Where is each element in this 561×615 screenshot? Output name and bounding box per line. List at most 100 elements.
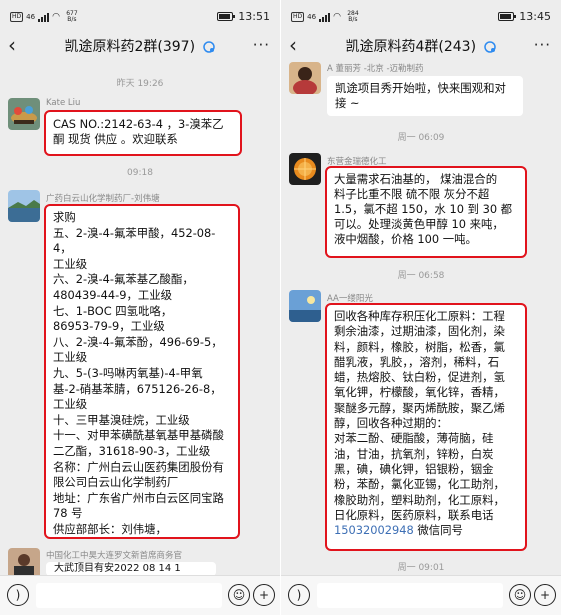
battery-icon <box>217 12 236 21</box>
input-bar: ) ☺ + <box>281 575 561 615</box>
message-line: 78 号 <box>53 506 83 521</box>
message-line: 六、2-溴-4-氟苯基乙酸酯， <box>53 272 194 287</box>
message-line: 橡胶助剂，塑料助剂，化工原料， <box>334 492 505 507</box>
sender-name: AA一缕阳光 <box>327 294 373 304</box>
plus-icon[interactable]: + <box>253 584 275 606</box>
network-label: 46 <box>307 13 317 21</box>
status-time: 13:51 <box>238 10 270 23</box>
message-bubble[interactable]: 回收各种库存积压化工原料：工程 剩余油漆，过期油漆，固化剂，染 料，颜料，橡胶，… <box>325 303 527 551</box>
message-line: 十一、对甲苯磺酰基氧基甲基磷酸 <box>53 428 224 443</box>
more-button[interactable]: ··· <box>253 36 270 54</box>
sender-name: 东营金瑞德化工 <box>327 157 387 167</box>
message-bubble[interactable]: 大武顶目有安2022 08 14 1 <box>46 562 216 576</box>
message-line: 480439-44-9，工业级 <box>53 287 173 302</box>
message-bubble[interactable]: 凯途项目秀开始啦，快来围观和对 接 ~ <box>327 76 523 116</box>
message-line: 地址：广东省广州市白云区同宝路 <box>53 490 224 505</box>
more-button[interactable]: ··· <box>534 36 551 54</box>
emoji-icon[interactable]: ☺ <box>509 584 531 606</box>
message-line: 供应部部长：刘伟塘， <box>53 521 167 536</box>
message-line: 料子比重不限 硫不限 灰分不超 <box>334 187 490 201</box>
emoji-icon[interactable]: ☺ <box>228 584 250 606</box>
avatar[interactable] <box>8 98 40 130</box>
message-line: 工业级 <box>53 256 88 271</box>
message-line: 醇，回收各种过期的： <box>334 416 448 431</box>
message-input[interactable] <box>317 583 503 608</box>
message-line: CAS NO.:2142-63-4 ，3-溴苯乙 <box>53 117 224 131</box>
voice-icon[interactable]: ) <box>288 584 310 606</box>
avatar[interactable] <box>289 153 321 185</box>
message-line: 1.5，氯不超 150，水 10 到 30 都 <box>334 202 513 216</box>
message-line: 九、5-(3-吗啉丙氧基)-4-甲氧 <box>53 365 203 380</box>
message-preview: 大武顶目有安2022 08 14 1 <box>54 563 181 574</box>
chat-title: 凯途原料药4群(243) <box>345 39 477 55</box>
voice-icon[interactable]: ) <box>7 584 29 606</box>
message-line: 工业级 <box>53 350 88 365</box>
message-line: 粉，苯酚，氯化亚锡，化工助剂， <box>334 477 505 492</box>
message-line: 油，甘油，抗氧剂，锌粉，白炭 <box>334 446 494 461</box>
network-speed: 284 B/s <box>347 10 359 23</box>
network-speed: 677 B/s <box>66 10 78 23</box>
message-line: 五、2-溴-4-氟苯甲酸，452-08-4， <box>53 225 216 256</box>
chat-title: 凯途原料药2群(397) <box>64 39 196 55</box>
message-line: 二乙酯，31618-90-3，工业级 <box>53 443 211 458</box>
wifi-icon: ◠ <box>52 12 60 22</box>
sender-name: 广药白云山化学制药厂-刘伟塘 <box>46 194 160 204</box>
message-line: 名称：广州白云山医药集团股份有 <box>53 459 224 474</box>
message-line: 八、2-溴-4-氟苯酚，496-69-5， <box>53 334 223 349</box>
message-line: 大量需求石油基的， 煤油混合的 <box>334 172 498 186</box>
message-line: 七、1-BOC 四氢吡咯， <box>53 303 173 318</box>
battery-icon <box>498 12 517 21</box>
signal-icon <box>319 12 331 22</box>
timestamp: 周一 06:09 <box>397 133 445 143</box>
hd-badge: HD <box>291 12 305 22</box>
message-line: 醋乳液，乳胶，，溶剂，稀料，石 <box>334 354 500 369</box>
message-line: 回收各种库存积压化工原料：工程 <box>334 309 505 323</box>
chat-window-left: HD 46 ◠ 677 B/s 13:51 ‹ 凯途原料药2群(397) ···… <box>0 0 280 615</box>
message-line: 求购 <box>53 210 76 224</box>
wifi-icon: ◠ <box>333 12 341 22</box>
sender-name: A 董丽芳 -北京 -迈勒制药 <box>327 64 424 74</box>
status-bar: HD 46 ◠ 677 B/s 13:51 <box>0 0 280 32</box>
signal-icon <box>38 12 50 22</box>
phone-suffix: 微信同号 <box>413 523 463 538</box>
message-line: 限公司白云山化学制药厂 <box>53 475 179 490</box>
chat-header: ‹ 凯途原料药2群(397) ··· <box>0 32 280 60</box>
timestamp: 周一 09:01 <box>397 563 445 573</box>
message-line: 基-2-硝基苯腈，675126-26-8， <box>53 381 222 396</box>
message-line: 86953-79-9，工业级 <box>53 319 165 334</box>
status-bar: HD 46 ◠ 284 B/s 13:45 <box>281 0 561 32</box>
status-time: 13:45 <box>519 10 551 23</box>
message-line: 剩余油漆，过期油漆，固化剂，染 <box>334 324 505 339</box>
message-line: 对苯二酚、硬脂酸，薄荷脑，硅 <box>334 431 494 446</box>
message-line: 酮 现货 供应 。欢迎联系 <box>53 132 178 146</box>
message-line: 凯途项目秀开始啦，快来围观和对 <box>335 81 506 95</box>
message-line: 料，颜料，橡胶，树脂，松香，氯 <box>334 339 505 354</box>
message-line: 黑，碘，碘化钾，铝银粉，铟金 <box>334 461 494 476</box>
message-line: 15032002948 微信同号 <box>334 523 518 538</box>
message-line: 氧化钾，柠檬酸，氧化锌，香精， <box>334 385 505 400</box>
message-line: 十、三甲基溴硅烷，工业级 <box>53 412 190 427</box>
avatar[interactable] <box>8 190 40 222</box>
message-line: 可以。处理淡黄色甲醇 10 来吨， <box>334 217 504 231</box>
message-line: 聚醚多元醇，聚丙烯酰胺，聚乙烯 <box>334 400 505 415</box>
message-line: 蜡，热熔胶、钛白粉，促进剂，氢 <box>334 370 505 385</box>
chat-header: ‹ 凯途原料药4群(243) ··· <box>281 32 561 60</box>
avatar[interactable] <box>289 62 321 94</box>
sender-name: 中国化工中昊大连罗文新首席商务官 <box>46 551 183 561</box>
sender-name: Kate Liu <box>46 98 81 108</box>
phone-link[interactable]: 15032002948 <box>334 523 414 537</box>
message-bubble[interactable]: CAS NO.:2142-63-4 ，3-溴苯乙 酮 现货 供应 。欢迎联系 <box>44 110 242 156</box>
message-line: 液中烟酸，价格 100 一吨。 <box>334 232 477 246</box>
message-line: 日化原料，医药原料，联系电话 <box>334 507 494 522</box>
hd-badge: HD <box>10 12 24 22</box>
message-line: 接 ~ <box>335 96 360 110</box>
plus-icon[interactable]: + <box>534 584 556 606</box>
message-bubble[interactable]: 大量需求石油基的， 煤油混合的 料子比重不限 硫不限 灰分不超 1.5，氯不超 … <box>325 166 527 258</box>
group-cloud-icon <box>483 41 496 53</box>
avatar[interactable] <box>289 290 321 322</box>
timestamp: 周一 06:58 <box>397 271 445 281</box>
message-input[interactable] <box>36 583 222 608</box>
timestamp: 09:18 <box>127 168 153 178</box>
message-bubble[interactable]: 求购 五、2-溴-4-氟苯甲酸，452-08-4， 工业级 六、2-溴-4-氟苯… <box>44 204 240 539</box>
input-bar: ) ☺ + <box>0 575 280 615</box>
